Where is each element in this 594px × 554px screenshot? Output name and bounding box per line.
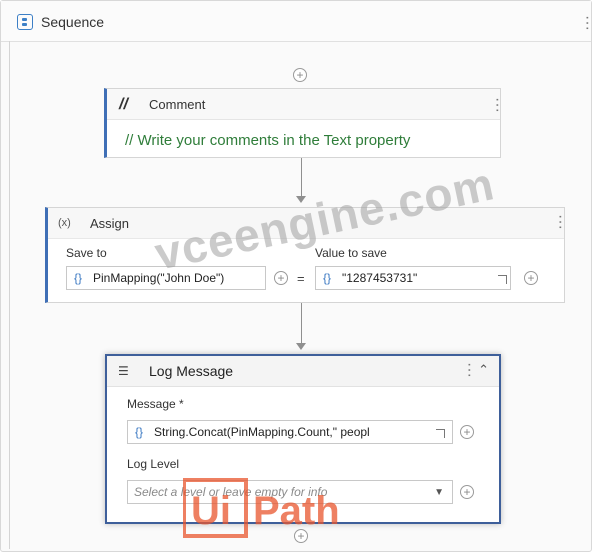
sequence-container: Sequence ··· + // Comment ··· // Write y… [0, 0, 594, 552]
assign-title: Assign [90, 216, 130, 231]
log-level-label: Log Level [127, 457, 180, 471]
comment-header: // Comment ··· [107, 89, 506, 120]
svg-text:Ui: Ui [191, 489, 231, 533]
log-message-title: Log Message [149, 363, 234, 379]
comment-title: Comment [149, 97, 206, 112]
log-message-more-icon[interactable]: ··· [461, 362, 478, 378]
collapse-icon[interactable]: ⌃ [478, 362, 489, 378]
comment-activity[interactable]: // Comment ··· // Write your comments in… [104, 88, 506, 158]
svg-text:Path: Path [253, 489, 340, 533]
comment-more-icon[interactable]: ··· [489, 97, 506, 113]
sequence-header[interactable]: Sequence ··· [1, 1, 594, 42]
save-to-plus-icon[interactable]: + [274, 271, 288, 285]
log-message-icon: ☰ [118, 364, 129, 378]
assign-more-icon[interactable]: ··· [552, 214, 569, 230]
sequence-left-border [9, 41, 10, 549]
expression-icon: {} [135, 425, 144, 439]
sequence-more-icon[interactable]: ··· [579, 15, 594, 31]
assign-icon: (x) [58, 217, 71, 229]
connector-line [301, 303, 302, 343]
save-to-label: Save to [66, 246, 107, 260]
connector-line [301, 158, 302, 196]
expand-editor-icon[interactable] [498, 275, 507, 284]
uipath-logo-watermark: Ui Path [183, 478, 340, 538]
expression-icon: {} [323, 271, 332, 285]
message-field[interactable]: {} String.Concat(PinMapping.Count," peop… [127, 420, 453, 444]
value-to-save-label: Value to save [315, 246, 387, 260]
comment-text[interactable]: // Write your comments in the Text prope… [125, 132, 410, 149]
value-to-save-field[interactable]: {} "1287453731" [315, 266, 511, 290]
log-message-header: ☰ Log Message ··· ⌃ [107, 356, 499, 387]
equals-sign: = [297, 271, 305, 286]
comment-icon: // [119, 96, 128, 113]
message-value: String.Concat(PinMapping.Count," peopl [154, 425, 370, 439]
message-label: Message * [127, 397, 184, 411]
value-to-save-value: "1287453731" [342, 271, 418, 285]
expand-editor-icon[interactable] [436, 429, 445, 438]
sequence-title: Sequence [41, 14, 105, 30]
add-activity-top-icon[interactable]: + [293, 68, 307, 82]
connector-arrow-icon [296, 343, 306, 350]
message-plus-icon[interactable]: + [460, 425, 474, 439]
log-level-plus-icon[interactable]: + [460, 485, 474, 499]
value-plus-icon[interactable]: + [524, 271, 538, 285]
sequence-icon [17, 14, 33, 30]
expression-icon: {} [74, 271, 83, 285]
